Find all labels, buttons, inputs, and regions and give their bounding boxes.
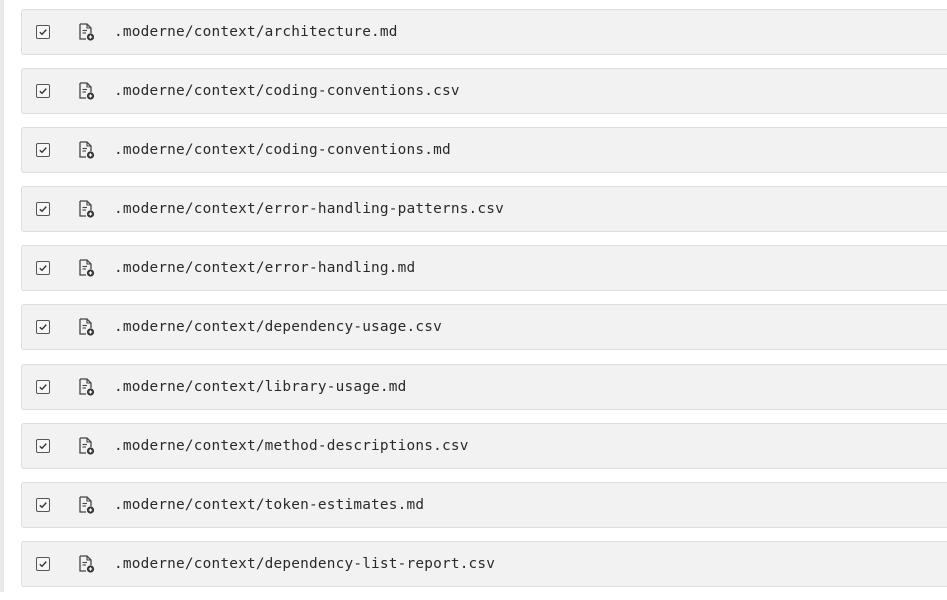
file-path: .moderne/context/token-estimates.md xyxy=(114,496,425,513)
checkbox-checked-icon[interactable] xyxy=(36,202,50,217)
checkbox-checked-icon[interactable] xyxy=(36,556,50,571)
file-row[interactable]: .moderne/context/architecture.md xyxy=(21,9,947,55)
file-path: .moderne/context/coding-conventions.csv xyxy=(114,83,460,100)
file-row[interactable]: .moderne/context/method-descriptions.csv xyxy=(21,422,947,469)
file-row[interactable]: .moderne/context/library-usage.md xyxy=(21,363,947,410)
file-row[interactable]: .moderne/context/error-handling.md xyxy=(21,245,947,292)
file-added-icon xyxy=(76,258,96,278)
checkbox-checked-icon[interactable] xyxy=(36,143,50,158)
file-added-icon xyxy=(76,22,96,42)
checkbox-checked-icon[interactable] xyxy=(36,25,50,39)
file-row[interactable]: .moderne/context/dependency-usage.csv xyxy=(21,304,947,351)
file-added-icon xyxy=(76,81,96,101)
checkbox-checked-icon[interactable] xyxy=(36,379,50,394)
file-row[interactable]: .moderne/context/dependency-list-report.… xyxy=(21,540,947,587)
file-added-icon xyxy=(76,436,96,456)
file-path: .moderne/context/coding-conventions.md xyxy=(114,142,451,159)
file-path: .moderne/context/architecture.md xyxy=(114,24,398,40)
checkbox-checked-icon[interactable] xyxy=(36,438,50,453)
file-row[interactable]: .moderne/context/token-estimates.md xyxy=(21,481,947,528)
file-row[interactable]: .moderne/context/error-handling-patterns… xyxy=(21,186,947,233)
checkbox-checked-icon[interactable] xyxy=(36,497,50,512)
checkbox-checked-icon[interactable] xyxy=(36,320,50,335)
file-path: .moderne/context/dependency-list-report.… xyxy=(114,555,496,572)
file-path: .moderne/context/method-descriptions.csv xyxy=(114,437,469,454)
file-path: .moderne/context/library-usage.md xyxy=(114,378,407,395)
file-list: .moderne/context/architecture.md .modern… xyxy=(21,9,947,600)
file-added-icon xyxy=(76,317,96,337)
file-path: .moderne/context/dependency-usage.csv xyxy=(114,319,442,336)
file-row[interactable]: .moderne/context/coding-conventions.csv xyxy=(21,68,947,115)
left-border xyxy=(0,0,4,592)
file-path: .moderne/context/error-handling.md xyxy=(114,260,416,277)
file-added-icon xyxy=(76,554,96,574)
file-added-icon xyxy=(76,140,96,160)
file-added-icon xyxy=(76,377,96,397)
file-added-icon xyxy=(76,495,96,515)
checkbox-checked-icon[interactable] xyxy=(36,261,50,276)
file-row[interactable]: .moderne/context/coding-conventions.md xyxy=(21,127,947,174)
file-added-icon xyxy=(76,199,96,219)
file-path: .moderne/context/error-handling-patterns… xyxy=(114,201,505,218)
checkbox-checked-icon[interactable] xyxy=(36,84,50,99)
